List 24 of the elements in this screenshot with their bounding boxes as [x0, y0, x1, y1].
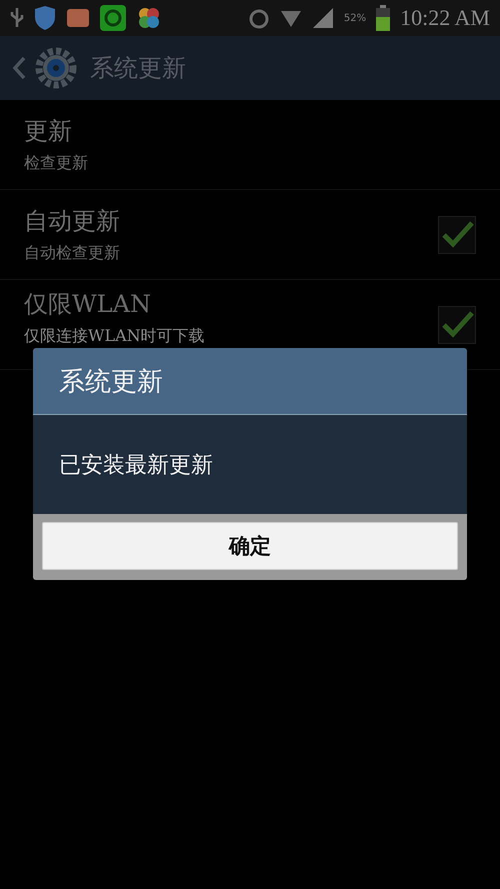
shield-icon [34, 5, 56, 31]
checkbox[interactable] [438, 306, 476, 344]
battery-percent: 52% [344, 12, 366, 24]
dialog-title: 系统更新 [33, 348, 467, 415]
dialog-message: 已安装最新更新 [58, 452, 213, 480]
signal-icon [312, 7, 334, 29]
setting-subtitle: 检查更新 [24, 153, 89, 174]
setting-title: 自动更新 [24, 206, 121, 237]
back-icon[interactable] [12, 56, 26, 80]
chat-icon [100, 5, 126, 31]
ok-button[interactable]: 确定 [42, 522, 458, 570]
alarm-icon [248, 7, 270, 29]
screen-title: 系统更新 [90, 53, 186, 84]
settings-icon [34, 46, 78, 90]
setting-subtitle: 仅限连接WLAN时可下载 [24, 326, 206, 347]
usb-icon [10, 7, 24, 29]
settings-item[interactable]: 自动更新 自动检查更新 [0, 190, 500, 280]
clock: 10:22 AM [400, 5, 490, 31]
setting-title: 更新 [24, 116, 73, 147]
battery-icon [376, 5, 390, 31]
setting-title: 仅限WLAN [24, 289, 152, 320]
checkbox[interactable] [438, 216, 476, 254]
settings-item[interactable]: 更新 检查更新 [0, 100, 500, 190]
setting-subtitle: 自动检查更新 [24, 243, 121, 264]
